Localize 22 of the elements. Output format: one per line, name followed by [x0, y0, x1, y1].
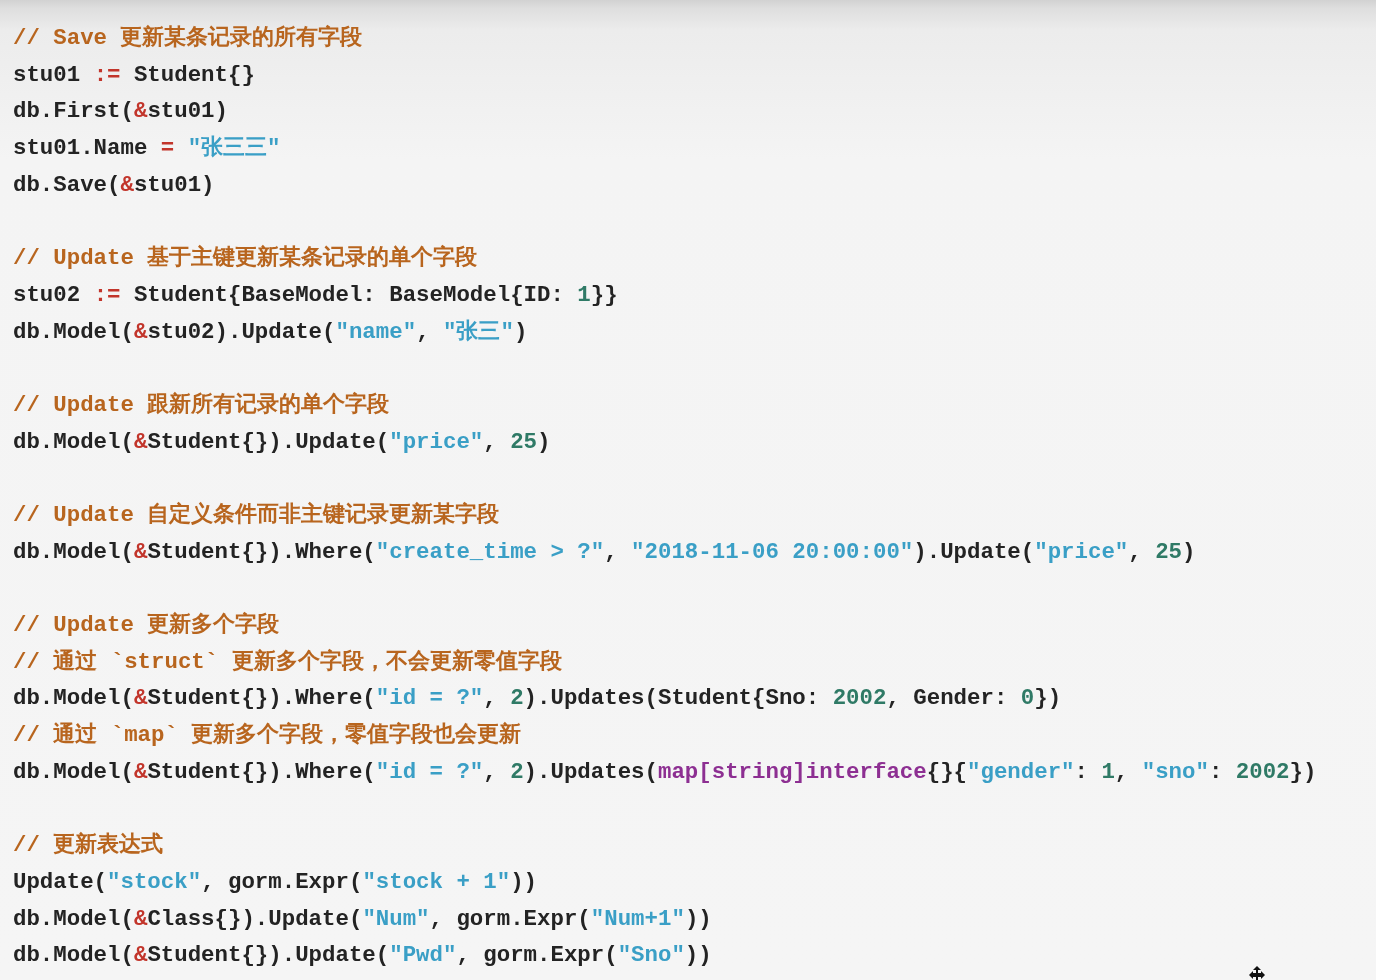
code-comment: // Update 更新多个字段 — [13, 611, 280, 640]
code-line: db.Model(&Student{}).Update("price", 25) — [13, 427, 551, 457]
code-line: db.Model(&Class{}).Update("Num", gorm.Expr("Num+1")) — [13, 904, 712, 934]
move-cursor-icon — [1247, 966, 1267, 980]
code-line: db.Model(&Student{}).Update("Pwd", gorm.Expr("Sno")) — [13, 941, 712, 971]
code-comment: // Update 基于主键更新某条记录的单个字段 — [13, 244, 478, 274]
code-line: db.First(&stu01) — [13, 97, 228, 127]
code-comment: // 通过 `map` 更新多个字段，零值字段也会更新 — [13, 721, 522, 751]
code-comment: // Update 跟新所有记录的单个字段 — [13, 390, 390, 420]
code-comment: // Update 自定义条件而非主键记录更新某字段 — [13, 500, 500, 530]
code-line: db.Model(&Student{}).Where("create_time > ?", "2018-11-06 20:00:00").Update("price", 25) — [13, 537, 1196, 567]
code-line: db.Model(&Student{}).Where("id = ?", 2).Updates(Student{Sno: 2002, Gender: 0}) — [13, 684, 1062, 714]
code-line: db.Save(&stu01) — [13, 170, 215, 200]
code-comment: // 更新表达式 — [13, 831, 164, 861]
code-line: stu02 := Student{BaseModel: BaseModel{ID: 1}} — [13, 280, 618, 310]
code-line: stu01 := Student{} — [13, 60, 255, 90]
code-line: db.Model(&Student{}).Where("id = ?", 2).Updates(map[string]interface{}{"gender": 1, "sno": 2002}) — [13, 757, 1317, 787]
code-comment: // Save 更新某条记录的所有字段 — [13, 24, 363, 53]
code-line: db.Model(&stu02).Update("name", "张三") — [13, 317, 528, 347]
code-comment: // 通过 `struct` 更新多个字段，不会更新零值字段 — [13, 647, 562, 677]
code-line: Update("stock", gorm.Expr("stock + 1")) — [13, 867, 538, 897]
code-line: stu01.Name = "张三三" — [13, 134, 281, 164]
